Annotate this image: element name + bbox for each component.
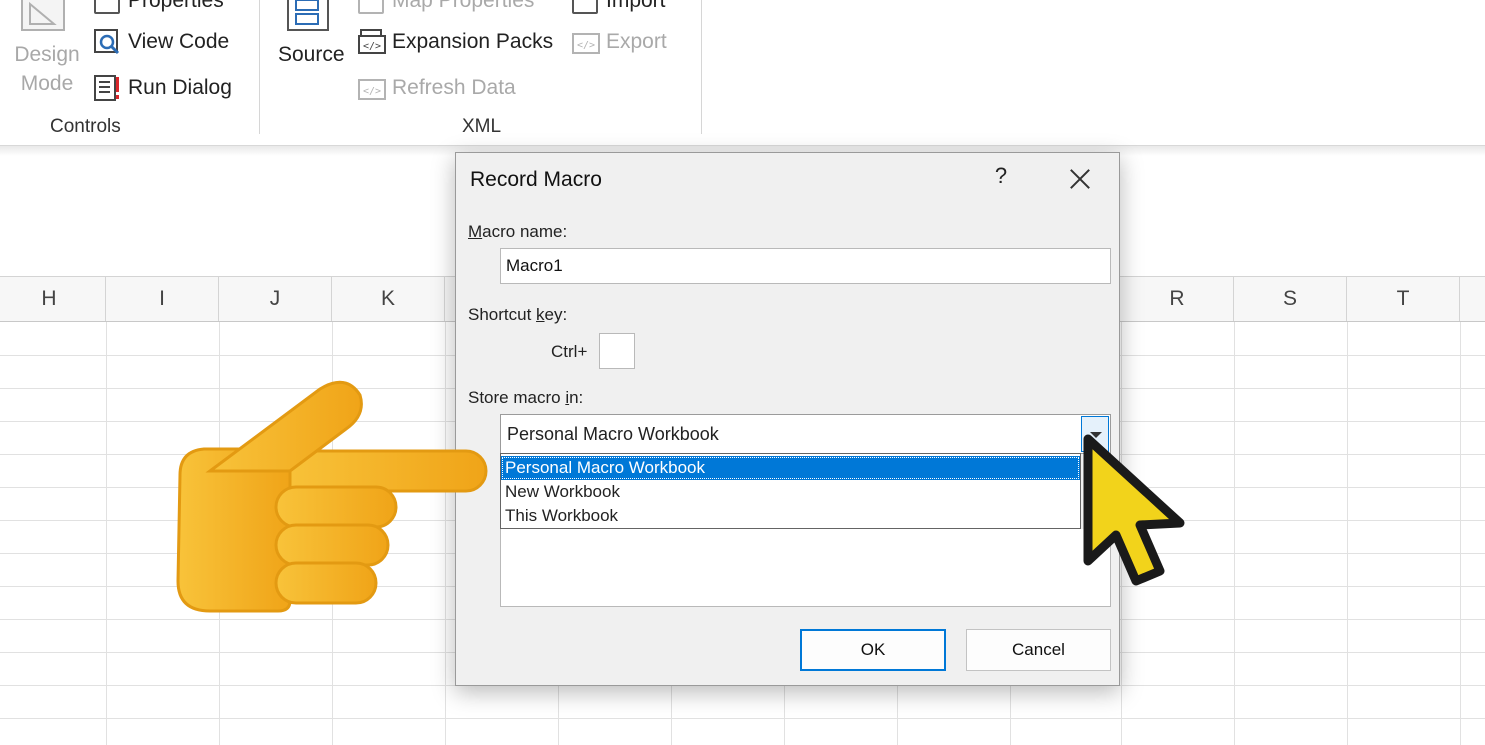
macro-name-accelerator: M <box>468 222 483 241</box>
design-mode-button[interactable]: Design Mode <box>8 40 86 98</box>
expansion-packs-button[interactable]: </> Expansion Packs <box>358 29 553 55</box>
column-header[interactable]: H <box>0 277 106 321</box>
grid-line <box>106 322 107 745</box>
shortcut-accelerator: k <box>536 305 545 324</box>
grid-line <box>1460 322 1461 745</box>
expansion-packs-icon: </> <box>358 29 386 55</box>
export-icon: </> <box>572 29 600 55</box>
view-code-label: View Code <box>128 30 230 53</box>
record-macro-dialog: Record Macro ? Macro name: Macro1 Shortc… <box>455 152 1120 686</box>
source-button[interactable]: Source <box>278 43 345 67</box>
view-code-icon <box>94 29 120 55</box>
column-header[interactable]: S <box>1234 277 1347 321</box>
properties-icon <box>94 0 120 14</box>
refresh-data-label: Refresh Data <box>392 76 516 99</box>
export-button[interactable]: </> Export <box>572 29 667 55</box>
properties-button[interactable]: Properties <box>94 0 224 14</box>
expansion-packs-label: Expansion Packs <box>392 30 554 53</box>
macro-name-label-text: acro name: <box>482 222 568 241</box>
dropdown-option-new-workbook[interactable]: New Workbook <box>501 480 1080 504</box>
map-properties-label: Map Properties <box>392 0 535 12</box>
source-icon <box>286 0 334 34</box>
help-button[interactable]: ? <box>989 163 1013 195</box>
svg-text:</>: </> <box>363 86 381 97</box>
grid-line <box>1347 322 1348 745</box>
refresh-data-button[interactable]: </> Refresh Data <box>358 75 516 101</box>
properties-label: Properties <box>128 0 224 12</box>
column-header[interactable]: T <box>1347 277 1460 321</box>
column-header[interactable]: R <box>1121 277 1234 321</box>
map-properties-icon <box>358 0 384 14</box>
import-icon <box>572 0 598 14</box>
store-label-post: n: <box>569 388 584 407</box>
grid-line <box>1234 322 1235 745</box>
shortcut-label-post: ey: <box>544 305 568 324</box>
run-dialog-label: Run Dialog <box>128 76 232 99</box>
shortcut-label-pre: Shortcut <box>468 305 537 324</box>
design-mode-label-2: Mode <box>20 72 74 95</box>
shortcut-key-label: Shortcut key: <box>468 305 567 325</box>
macro-name-label: Macro name: <box>468 222 567 242</box>
pointing-hand-icon <box>170 375 490 625</box>
xml-group-label: XML <box>462 116 502 137</box>
design-mode-label-1: Design <box>14 43 80 66</box>
run-dialog-button[interactable]: Run Dialog <box>94 75 232 101</box>
ribbon: Design Mode Properties View Code Run Dia… <box>0 0 1485 146</box>
map-properties-button[interactable]: Map Properties <box>358 0 534 14</box>
store-macro-selected: Personal Macro Workbook <box>507 423 719 444</box>
group-separator <box>259 0 260 134</box>
yellow-arrow-cursor-icon <box>1070 425 1195 595</box>
column-header[interactable]: K <box>332 277 445 321</box>
ctrl-label: Ctrl+ <box>551 342 588 361</box>
close-icon[interactable] <box>1064 163 1096 195</box>
ok-button[interactable]: OK <box>800 629 946 671</box>
column-header[interactable]: J <box>219 277 332 321</box>
import-label: Import <box>606 0 666 12</box>
export-label: Export <box>606 30 667 53</box>
dropdown-option-personal[interactable]: Personal Macro Workbook <box>501 456 1080 480</box>
svg-text:</>: </> <box>577 40 595 51</box>
column-header[interactable]: I <box>106 277 219 321</box>
store-macro-combobox[interactable]: Personal Macro Workbook <box>500 414 1111 454</box>
run-dialog-icon <box>94 75 120 101</box>
view-code-button[interactable]: View Code <box>94 29 229 55</box>
svg-text:</>: </> <box>363 41 381 52</box>
import-button[interactable]: Import <box>572 0 666 14</box>
controls-group-label: Controls <box>50 116 121 137</box>
grid-line <box>0 718 1485 719</box>
cancel-button[interactable]: Cancel <box>966 629 1111 671</box>
description-input[interactable] <box>500 529 1111 607</box>
store-macro-dropdown-list: Personal Macro Workbook New Workbook Thi… <box>500 453 1081 529</box>
dialog-title: Record Macro <box>470 168 602 191</box>
group-separator <box>701 0 702 134</box>
macro-name-input[interactable]: Macro1 <box>500 248 1111 284</box>
refresh-data-icon: </> <box>358 75 386 101</box>
dropdown-option-this-workbook[interactable]: This Workbook <box>501 504 1080 528</box>
shortcut-key-input[interactable] <box>599 333 635 369</box>
design-mode-icon <box>20 0 68 34</box>
